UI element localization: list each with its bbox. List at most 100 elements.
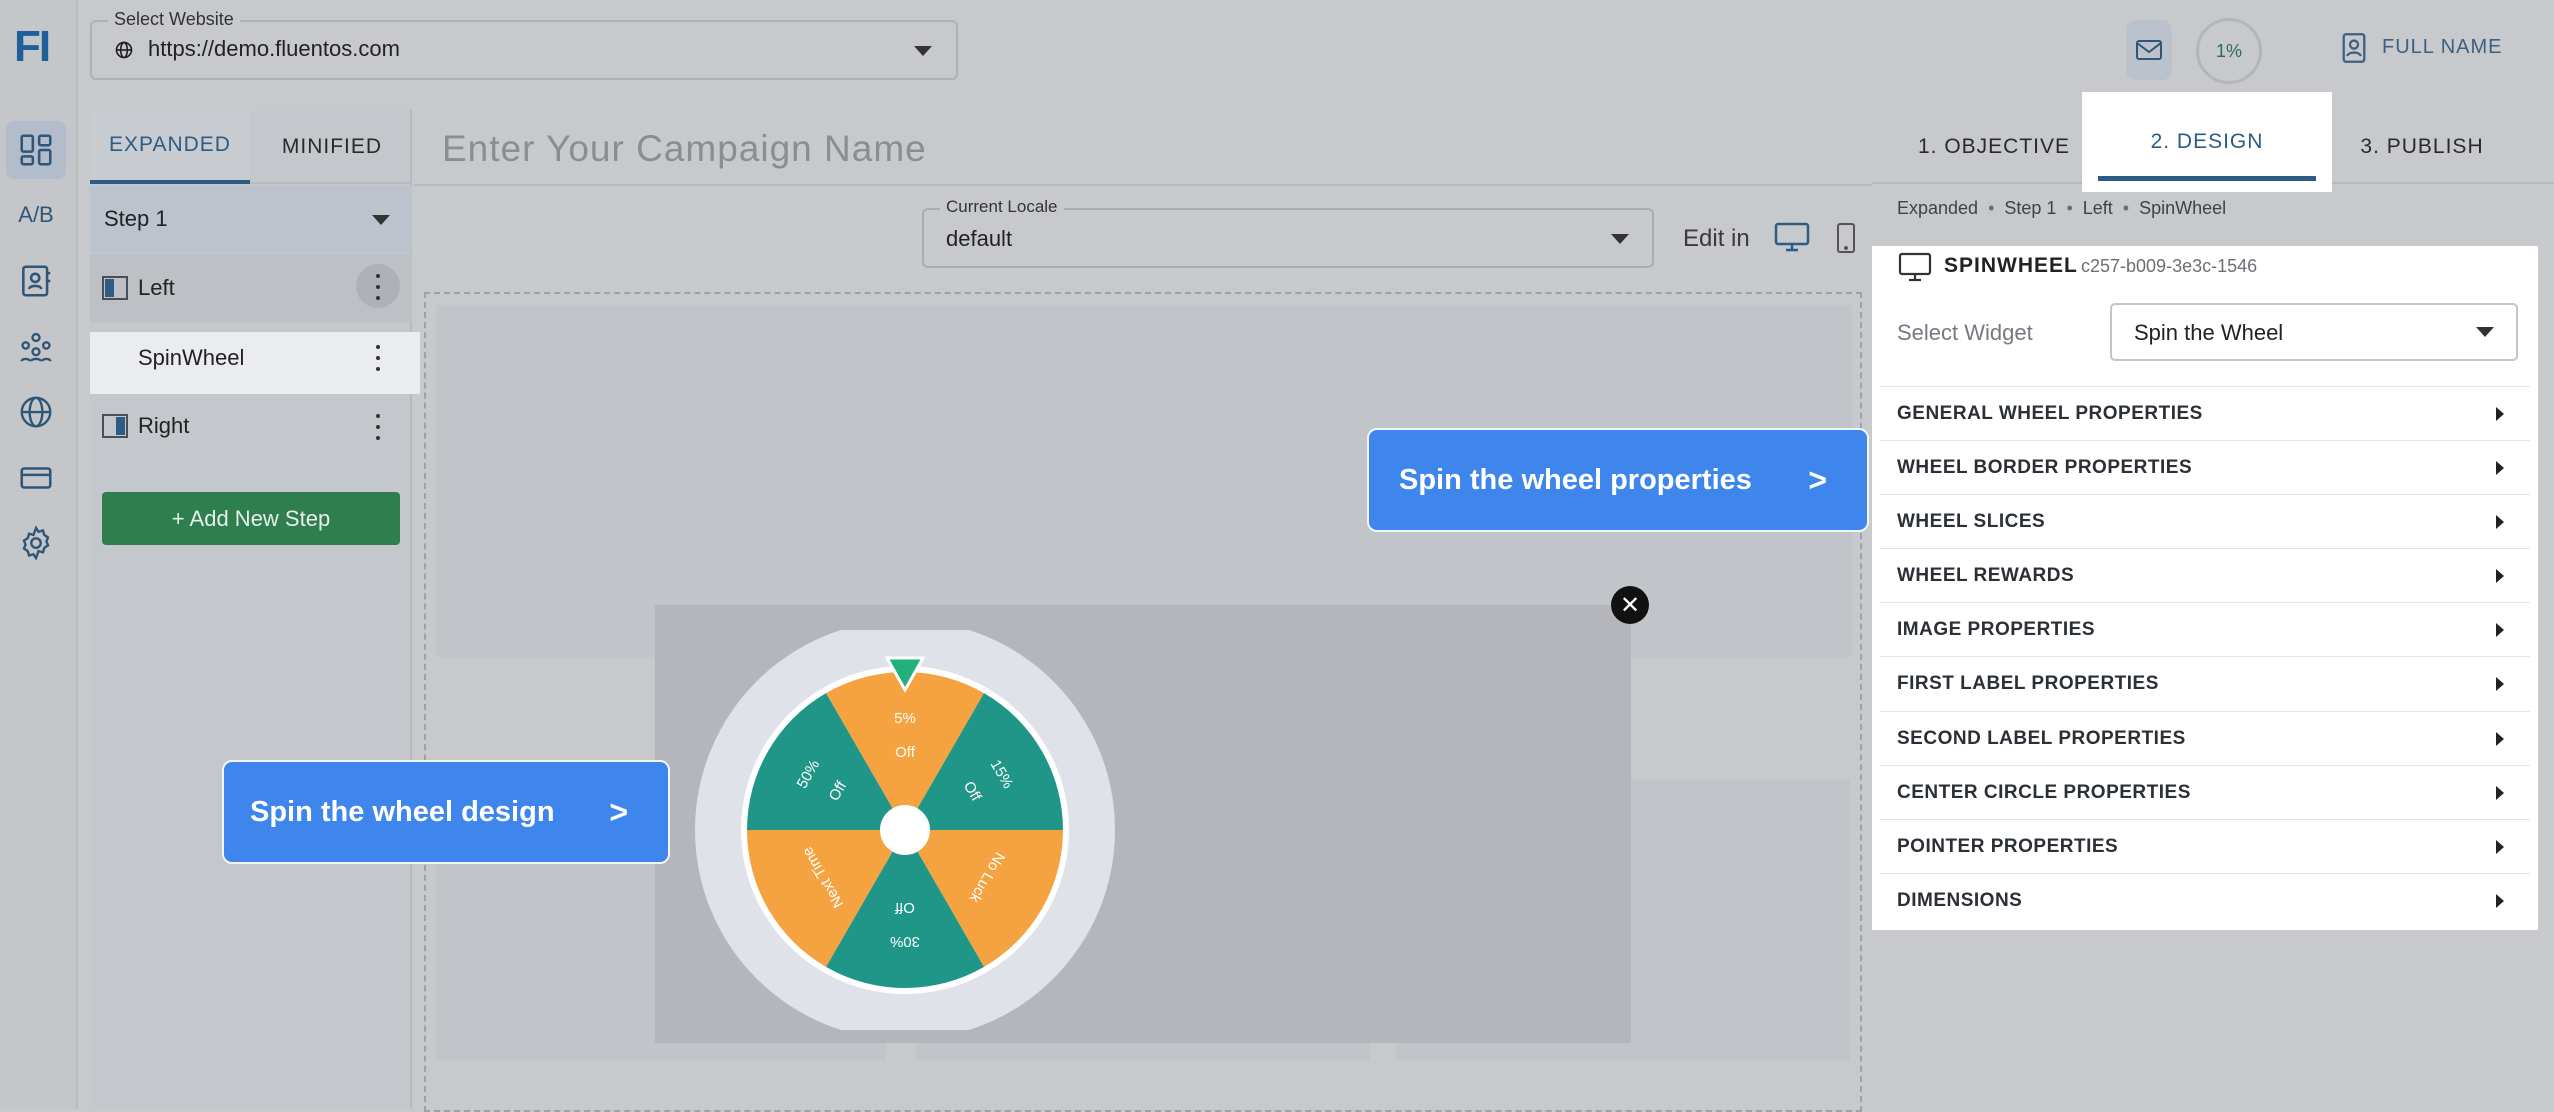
column-layout-icon bbox=[102, 414, 128, 438]
breadcrumb-separator: • bbox=[2122, 198, 2130, 218]
user-name-button[interactable]: FULL NAME bbox=[2382, 36, 2503, 59]
chevron-down-icon bbox=[372, 215, 390, 225]
mobile-icon[interactable] bbox=[1836, 222, 1856, 254]
callout-properties-label: Spin the wheel properties bbox=[1399, 463, 1752, 496]
audience-nav-button[interactable] bbox=[6, 318, 66, 376]
add-new-step-button[interactable]: + Add New Step bbox=[102, 492, 400, 545]
messages-button[interactable] bbox=[2126, 20, 2172, 80]
section-label: IMAGE PROPERTIES bbox=[1897, 618, 2096, 640]
close-popup-button[interactable]: ✕ bbox=[1611, 586, 1649, 624]
contacts-nav-button[interactable] bbox=[6, 252, 66, 310]
desktop-icon[interactable] bbox=[1774, 222, 1810, 252]
section-label: DIMENSIONS bbox=[1897, 889, 2023, 911]
section-label: FIRST LABEL PROPERTIES bbox=[1897, 672, 2159, 694]
section-label: POINTER PROPERTIES bbox=[1897, 835, 2119, 857]
billing-nav-button[interactable] bbox=[6, 449, 66, 507]
section-pointer-properties[interactable]: POINTER PROPERTIES bbox=[1880, 819, 2530, 873]
section-dimensions[interactable]: DIMENSIONS bbox=[1880, 873, 2530, 927]
breadcrumb-separator: • bbox=[2066, 198, 2073, 218]
caret-right-icon bbox=[2496, 460, 2504, 475]
column-layout-icon bbox=[102, 276, 128, 300]
tree-item-left-label: Left bbox=[138, 275, 175, 300]
audience-icon bbox=[20, 332, 52, 362]
section-label: WHEEL SLICES bbox=[1897, 510, 2046, 532]
locale-select[interactable] bbox=[922, 208, 1654, 268]
dashboard-icon bbox=[20, 134, 52, 166]
section-first-label-properties[interactable]: FIRST LABEL PROPERTIES bbox=[1880, 656, 2530, 710]
more-vertical-icon bbox=[375, 274, 381, 300]
website-select-value: https://demo.fluentos.com bbox=[148, 36, 400, 61]
right-options-icon[interactable] bbox=[375, 414, 381, 440]
section-label: WHEEL REWARDS bbox=[1897, 564, 2075, 586]
widget-title: SPINWHEEL bbox=[1944, 254, 2078, 277]
globe-icon bbox=[20, 396, 52, 428]
spinwheel-options-icon[interactable] bbox=[375, 345, 381, 371]
breadcrumb: Expanded • Step 1 • Left • SpinWheel bbox=[1897, 198, 2226, 219]
chevron-down-icon bbox=[2476, 327, 2494, 337]
progress-indicator[interactable]: 1% bbox=[2196, 18, 2262, 84]
wheel-slice-text: 5% bbox=[894, 710, 916, 727]
tree-item-spinwheel-label: SpinWheel bbox=[138, 345, 245, 370]
contact-book-icon bbox=[22, 265, 51, 297]
widget-id: c257-b009-3e3c-1546 bbox=[2081, 256, 2258, 276]
section-wheel-border-properties[interactable]: WHEEL BORDER PROPERTIES bbox=[1880, 440, 2530, 494]
ab-test-nav-button[interactable]: A/B bbox=[6, 186, 66, 244]
section-label: GENERAL WHEEL PROPERTIES bbox=[1897, 402, 2203, 424]
gear-icon bbox=[22, 525, 50, 561]
close-icon: ✕ bbox=[1619, 591, 1641, 619]
wheel-slice-text: 30% bbox=[890, 933, 920, 950]
select-widget-label: Select Widget bbox=[1897, 320, 2033, 345]
section-center-circle-properties[interactable]: CENTER CIRCLE PROPERTIES bbox=[1880, 765, 2530, 819]
locale-select-value: default bbox=[946, 226, 1013, 251]
caret-right-icon bbox=[2496, 893, 2504, 908]
web-nav-button[interactable] bbox=[6, 383, 66, 441]
section-label: CENTER CIRCLE PROPERTIES bbox=[1897, 781, 2191, 803]
website-select-label: Select Website bbox=[108, 9, 240, 30]
breadcrumb-item[interactable]: Step 1 bbox=[2004, 198, 2056, 218]
caret-right-icon bbox=[2496, 676, 2504, 691]
globe-icon bbox=[115, 41, 133, 59]
locale-select-label: Current Locale bbox=[940, 197, 1064, 217]
monitor-icon bbox=[1898, 252, 1932, 282]
caret-right-icon bbox=[2496, 622, 2504, 637]
app-logo[interactable]: FI bbox=[14, 22, 51, 72]
chevron-down-icon bbox=[1611, 234, 1629, 244]
section-image-properties[interactable]: IMAGE PROPERTIES bbox=[1880, 602, 2530, 656]
campaign-name-input[interactable]: Enter Your Campaign Name bbox=[442, 128, 927, 170]
section-second-label-properties[interactable]: SECOND LABEL PROPERTIES bbox=[1880, 711, 2530, 765]
breadcrumb-item: SpinWheel bbox=[2139, 198, 2227, 218]
callout-arrow: > bbox=[1808, 461, 1827, 498]
ab-test-label: A/B bbox=[18, 202, 54, 227]
tab-minified[interactable]: MINIFIED bbox=[252, 110, 412, 184]
wheel-slice-text: Off bbox=[894, 899, 915, 916]
breadcrumb-item[interactable]: Expanded bbox=[1897, 198, 1978, 218]
tab-publish[interactable]: 3. PUBLISH bbox=[2322, 110, 2522, 184]
edit-in-label: Edit in bbox=[1683, 225, 1750, 252]
user-profile-icon bbox=[2342, 33, 2366, 63]
section-wheel-slices[interactable]: WHEEL SLICES bbox=[1880, 494, 2530, 548]
spin-wheel[interactable]: 5%Off15%OffNo Luck30%OffNext Time50% Off bbox=[695, 630, 1115, 1030]
spin-wheel-design-callout[interactable]: Spin the wheel design > bbox=[222, 760, 670, 864]
caret-right-icon bbox=[2496, 785, 2504, 800]
chevron-down-icon bbox=[914, 46, 932, 56]
tree-item-right-label: Right bbox=[138, 413, 190, 438]
settings-nav-button[interactable] bbox=[6, 514, 66, 572]
wheel-center-circle bbox=[880, 805, 930, 855]
caret-right-icon bbox=[2496, 839, 2504, 854]
section-general-wheel-properties[interactable]: GENERAL WHEEL PROPERTIES bbox=[1880, 386, 2530, 440]
spin-wheel-properties-callout[interactable]: Spin the wheel properties > bbox=[1367, 428, 1869, 532]
tab-design-indicator bbox=[2098, 176, 2316, 181]
section-label: WHEEL BORDER PROPERTIES bbox=[1897, 456, 2193, 478]
breadcrumb-separator: • bbox=[1988, 198, 1995, 218]
caret-right-icon bbox=[2496, 514, 2504, 529]
progress-value: 1% bbox=[2215, 40, 2242, 61]
step-select-value: Step 1 bbox=[104, 206, 168, 231]
credit-card-icon bbox=[20, 467, 52, 489]
tab-objective[interactable]: 1. OBJECTIVE bbox=[1884, 110, 2104, 184]
breadcrumb-item[interactable]: Left bbox=[2083, 198, 2113, 218]
section-wheel-rewards[interactable]: WHEEL REWARDS bbox=[1880, 548, 2530, 602]
section-label: SECOND LABEL PROPERTIES bbox=[1897, 727, 2186, 749]
dashboard-nav-button[interactable] bbox=[6, 121, 66, 179]
tab-expanded[interactable]: EXPANDED bbox=[90, 110, 250, 184]
select-widget-value: Spin the Wheel bbox=[2134, 320, 2284, 345]
